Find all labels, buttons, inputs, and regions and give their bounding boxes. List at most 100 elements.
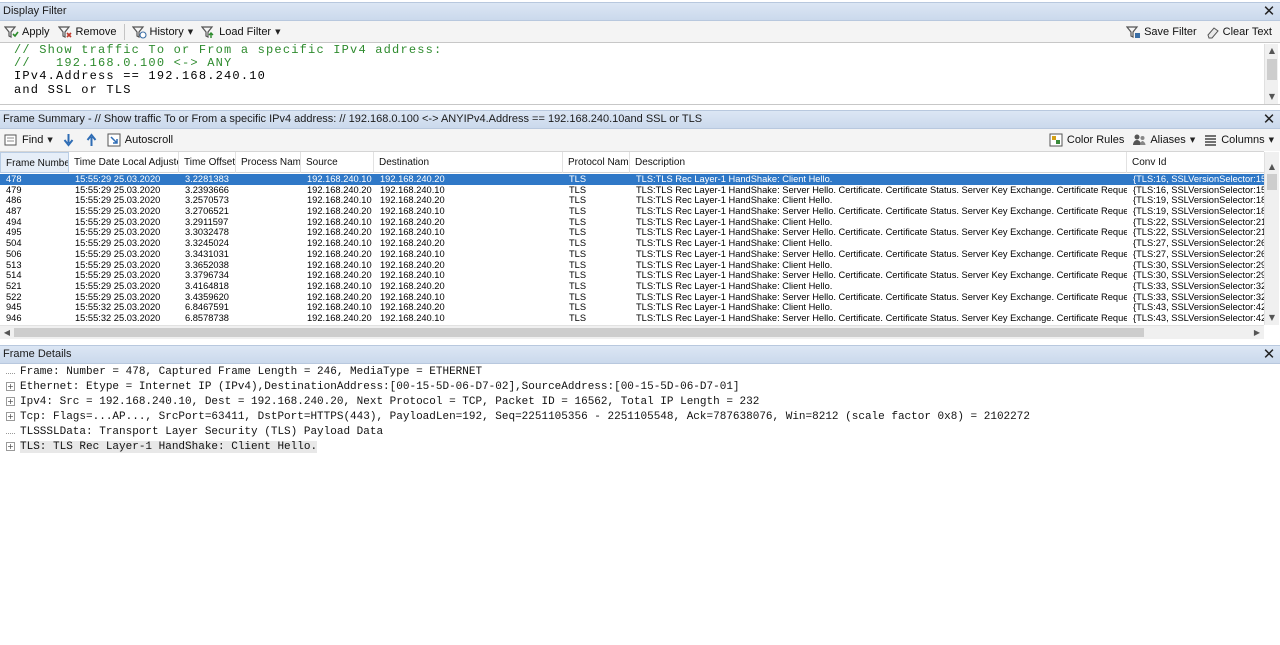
tree-node-tlsssldata[interactable]: TLSSSLData: Transport Layer Security (TL… <box>6 425 383 440</box>
cell-description: TLS:TLS Rec Layer-1 HandShake: Server He… <box>636 248 1127 259</box>
cell-description: TLS:TLS Rec Layer-1 HandShake: Client He… <box>636 216 833 227</box>
table-row[interactable]: 494 15:55:29 25.03.2020 3.2911597 192.168.2… <box>0 217 1264 228</box>
color-rules-icon <box>1049 133 1064 147</box>
column-header-frame-number[interactable]: Frame Number <box>0 152 69 173</box>
cell-protocol: TLS <box>569 227 587 238</box>
cell-conv-id: {TLS:33, SSLVersionSelector:32, T <box>1133 280 1264 291</box>
table-row[interactable]: 513 15:55:29 25.03.2020 3.3652038 192.168.2… <box>0 260 1264 271</box>
scroll-left-icon[interactable]: ◀ <box>0 326 14 340</box>
columns-dropdown[interactable]: Columns ▼ <box>1199 130 1278 150</box>
filter-vertical-scrollbar[interactable]: ▲ ▼ <box>1264 44 1278 104</box>
cell-time-date: 15:55:29 25.03.2020 <box>75 216 161 227</box>
tree-node-label: Frame: Number = 478, Captured Frame Leng… <box>20 366 483 378</box>
scroll-down-icon[interactable]: ▼ <box>1265 311 1279 325</box>
cell-description: TLS:TLS Rec Layer-1 HandShake: Server He… <box>636 206 1127 217</box>
scroll-thumb[interactable] <box>1267 174 1277 190</box>
cell-frame-number: 514 <box>6 270 22 281</box>
cell-destination: 192.168.240.10 <box>380 312 445 323</box>
frame-details-close-icon[interactable]: ✕ <box>1262 346 1276 363</box>
grid-vertical-scrollbar[interactable]: ▲ ▼ <box>1264 152 1279 325</box>
find-dropdown[interactable]: Find ▼ <box>0 130 57 150</box>
column-header-conv-id[interactable]: Conv Id <box>1127 152 1264 173</box>
cell-source: 192.168.240.20 <box>307 227 372 238</box>
cell-frame-number: 495 <box>6 227 22 238</box>
table-row[interactable]: 486 15:55:29 25.03.2020 3.2570573 192.168.2… <box>0 195 1264 206</box>
filter-text-editor[interactable]: // Show traffic To or From a specific IP… <box>0 42 1280 105</box>
scroll-up-icon[interactable]: ▲ <box>1265 160 1279 174</box>
table-row[interactable]: 514 15:55:29 25.03.2020 3.3796734 192.168.2… <box>0 270 1264 281</box>
cell-process-name <box>242 185 301 196</box>
frame-summary-close-icon[interactable]: ✕ <box>1262 111 1276 128</box>
table-row[interactable]: 946 15:55:32 25.03.2020 6.8578738 192.168.2… <box>0 313 1264 324</box>
history-icon <box>131 25 147 39</box>
cell-conv-id: {TLS:22, SSLVersionSelector:21, T <box>1133 216 1264 227</box>
cell-conv-id: {TLS:43, SSLVersionSelector:42, T <box>1133 302 1264 313</box>
frame-details-tree: Frame: Number = 478, Captured Frame Leng… <box>0 364 1280 645</box>
cell-conv-id: {TLS:27, SSLVersionSelector:26, T <box>1133 238 1264 249</box>
scroll-thumb[interactable] <box>1267 59 1277 80</box>
tree-node-tls[interactable]: + TLS: TLS Rec Layer-1 HandShake: Client … <box>6 440 318 455</box>
scroll-thumb[interactable] <box>14 328 1144 337</box>
table-row[interactable]: 521 15:55:29 25.03.2020 3.4164818 192.168.2… <box>0 281 1264 292</box>
history-dropdown[interactable]: History ▼ <box>128 22 198 42</box>
tree-node-ethernet[interactable]: + Ethernet: Etype = Internet IP (IPv4),De… <box>6 380 740 395</box>
tree-node-frame[interactable]: Frame: Number = 478, Captured Frame Leng… <box>6 365 482 380</box>
column-header-protocol[interactable]: Protocol Name <box>563 152 630 173</box>
arrow-down-icon <box>61 133 76 147</box>
table-row[interactable]: 522 15:55:29 25.03.2020 3.4359620 192.168.2… <box>0 292 1264 303</box>
aliases-dropdown[interactable]: Aliases ▼ <box>1128 130 1199 150</box>
tree-node-tcp[interactable]: + Tcp: Flags=...AP..., SrcPort=63411, Dst… <box>6 410 1030 425</box>
autoscroll-button[interactable]: Autoscroll <box>103 130 177 150</box>
grid-horizontal-scrollbar[interactable]: ◀ ▶ <box>0 325 1264 339</box>
column-header-destination[interactable]: Destination <box>374 152 563 173</box>
table-row[interactable]: 945 15:55:32 25.03.2020 6.8467591 192.168.2… <box>0 302 1264 313</box>
load-filter-dropdown[interactable]: Load Filter ▼ <box>197 22 284 42</box>
table-row[interactable]: 479 15:55:29 25.03.2020 3.2393666 192.168.2… <box>0 185 1264 196</box>
expand-icon[interactable]: + <box>6 396 15 406</box>
cell-source: 192.168.240.10 <box>307 259 372 270</box>
column-header-time-date[interactable]: Time Date Local Adjusted <box>69 152 179 173</box>
remove-button[interactable]: Remove <box>54 22 121 42</box>
scroll-right-icon[interactable]: ▶ <box>1250 326 1264 340</box>
apply-button[interactable]: Apply <box>0 22 54 42</box>
expand-icon[interactable]: + <box>6 381 15 391</box>
table-row[interactable]: 487 15:55:29 25.03.2020 3.2706521 192.168.2… <box>0 206 1264 217</box>
table-row[interactable]: 506 15:55:29 25.03.2020 3.3431031 192.168.2… <box>0 249 1264 260</box>
cell-description: TLS:TLS Rec Layer-1 HandShake: Client He… <box>636 174 833 184</box>
chevron-down-icon: ▼ <box>187 28 194 36</box>
tree-node-ipv4[interactable]: + Ipv4: Src = 192.168.240.10, Dest = 192.… <box>6 395 759 410</box>
scroll-up-icon[interactable]: ▲ <box>1265 44 1279 58</box>
columns-icon <box>1203 133 1218 147</box>
frame-summary-grid: Frame Number Time Date Local Adjusted Time… <box>0 151 1264 325</box>
table-row[interactable]: 495 15:55:29 25.03.2020 3.3032478 192.168.2… <box>0 227 1264 238</box>
aliases-icon <box>1132 133 1147 147</box>
save-filter-button[interactable]: Save Filter <box>1122 22 1201 42</box>
display-filter-close-icon[interactable]: ✕ <box>1262 3 1276 20</box>
column-header-time-offset[interactable]: Time Offset <box>179 152 236 173</box>
cell-process-name <box>242 260 301 271</box>
frame-summary-title-bar: Frame Summary - // Show traffic To or Fr… <box>0 110 1280 129</box>
cell-conv-id: {TLS:16, SSLVersionSelector:15, T <box>1133 174 1264 184</box>
expand-icon[interactable]: + <box>6 441 15 451</box>
column-header-description[interactable]: Description <box>630 152 1127 173</box>
cell-time-date: 15:55:29 25.03.2020 <box>75 259 161 270</box>
scroll-down-icon[interactable]: ▼ <box>1265 90 1279 104</box>
cell-conv-id: {TLS:30, SSLVersionSelector:29, T <box>1133 259 1264 270</box>
table-row[interactable]: 478 15:55:29 25.03.2020 3.2281383 192.168.2… <box>0 174 1264 185</box>
expand-icon[interactable]: + <box>6 411 15 421</box>
cell-description: TLS:TLS Rec Layer-1 HandShake: Server He… <box>636 227 1127 238</box>
clear-text-button[interactable]: Clear Text <box>1201 22 1276 42</box>
cell-time-offset: 6.8578738 <box>185 312 229 323</box>
cell-time-offset: 3.4164818 <box>185 280 229 291</box>
column-header-process-name[interactable]: Process Name <box>236 152 301 173</box>
cell-destination: 192.168.240.20 <box>380 216 445 227</box>
cell-source: 192.168.240.10 <box>307 238 372 249</box>
find-previous-button[interactable] <box>80 130 103 150</box>
find-label: Find <box>22 134 44 146</box>
tree-node-label: Ethernet: Etype = Internet IP (IPv4),Des… <box>20 381 740 393</box>
color-rules-button[interactable]: Color Rules <box>1045 130 1128 150</box>
table-row[interactable]: 504 15:55:29 25.03.2020 3.3245024 192.168.2… <box>0 238 1264 249</box>
column-header-source[interactable]: Source <box>301 152 374 173</box>
find-next-button[interactable] <box>57 130 80 150</box>
cell-conv-id: {TLS:19, SSLVersionSelector:18, T <box>1133 206 1264 217</box>
